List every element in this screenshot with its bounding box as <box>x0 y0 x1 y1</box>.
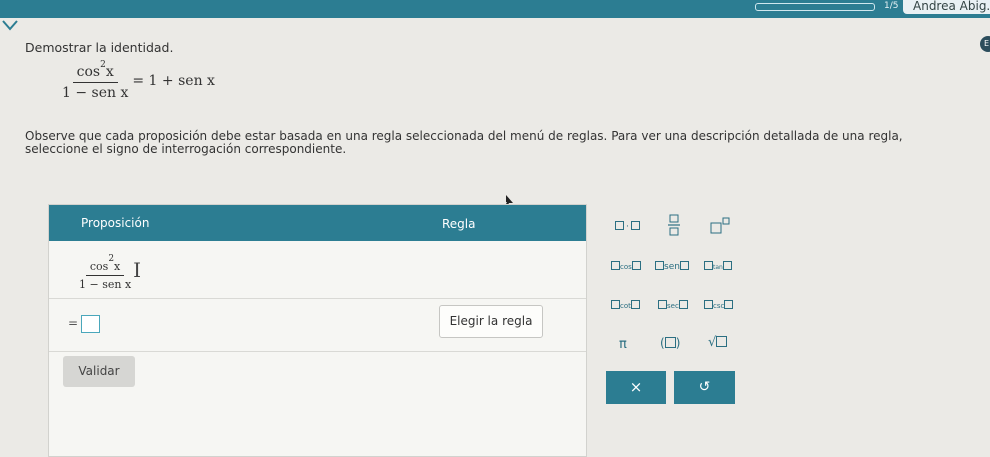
text-cursor-icon: I <box>133 257 142 282</box>
key-sec-label: sec <box>667 302 679 310</box>
answer-input[interactable] <box>81 315 100 333</box>
placeholder-box-icon <box>631 261 641 270</box>
problem-title: Demostrar la identidad. <box>25 40 174 55</box>
proposition-expression[interactable]: cos2x 1 − sen x I <box>79 254 141 291</box>
table-header: Proposición Regla <box>49 205 586 241</box>
key-sec[interactable]: sec <box>658 300 688 311</box>
proposition-denominator: 1 − sen x <box>79 278 132 291</box>
key-power[interactable] <box>710 217 730 238</box>
formula-numerator: cos2x <box>72 60 118 83</box>
progress-bar <box>755 3 875 11</box>
key-csc-label: csc <box>713 302 725 310</box>
identity-formula: cos2x 1 − sen x = 1 + sen x <box>62 60 215 101</box>
key-sen[interactable]: sen <box>655 261 689 272</box>
placeholder-box-icon <box>658 300 667 309</box>
table-row: cos2x 1 − sen x I <box>49 242 586 299</box>
key-sqrt-label: √ <box>708 335 717 350</box>
key-cos[interactable]: cos <box>611 261 641 272</box>
proof-table: Proposición Regla cos2x 1 − sen x I = El… <box>48 204 587 457</box>
key-pi[interactable]: π <box>619 337 627 352</box>
proposition-numerator: cos2x <box>85 254 125 276</box>
placeholder-box-icon <box>630 221 640 230</box>
placeholder-box-icon <box>704 300 713 309</box>
key-sqrt[interactable]: √ <box>708 335 728 350</box>
placeholder-box-icon <box>615 221 624 230</box>
user-name[interactable]: Andrea Abig... <box>903 0 990 14</box>
placeholder-box-icon <box>704 261 713 270</box>
instructions: Observe que cada proposición debe estar … <box>25 129 903 156</box>
key-paren-close: ) <box>675 336 681 350</box>
clear-button[interactable]: × <box>606 371 666 404</box>
prop-num-var: x <box>114 260 121 273</box>
placeholder-box-icon <box>724 300 734 309</box>
equals-sign: = <box>68 316 79 330</box>
placeholder-box-icon <box>664 337 676 348</box>
key-parentheses[interactable]: () <box>660 336 680 350</box>
placeholder-box-icon <box>655 261 664 270</box>
placeholder-box-icon <box>679 261 689 270</box>
fraction-icon <box>668 214 680 236</box>
formula-denominator: 1 − sen x <box>62 85 129 101</box>
placeholder-box-icon <box>611 300 620 309</box>
placeholder-box-icon <box>678 300 688 309</box>
key-dot-label: · <box>626 222 629 232</box>
formula-fraction: cos2x 1 − sen x <box>62 60 128 101</box>
key-cos-label: cos <box>620 263 632 271</box>
chevron-down-icon <box>2 20 18 31</box>
top-bar: 1/5 Andrea Abig... <box>0 0 990 18</box>
key-tan[interactable]: tan <box>704 261 732 272</box>
table-row: = Elegir la regla <box>49 299 586 352</box>
choose-rule-button[interactable]: Elegir la regla <box>439 305 543 338</box>
column-rule: Regla <box>442 217 476 231</box>
formula-rhs: = 1 + sen x <box>132 72 215 89</box>
side-badge[interactable]: E <box>980 36 990 52</box>
key-cot-label: cot <box>620 302 631 310</box>
proposition-fraction: cos2x 1 − sen x <box>79 254 131 291</box>
prop-num-base: cos <box>89 260 109 273</box>
placeholder-box-icon <box>716 336 728 347</box>
placeholder-box-icon <box>722 261 732 270</box>
validate-button[interactable]: Validar <box>63 356 135 387</box>
key-csc[interactable]: csc <box>704 300 734 311</box>
placeholder-box-icon <box>611 261 620 270</box>
undo-button[interactable]: ↺ <box>674 371 735 404</box>
key-fraction[interactable] <box>668 214 680 239</box>
key-cot[interactable]: cot <box>611 300 640 311</box>
progress-count: 1/5 <box>884 1 899 11</box>
key-multiply[interactable]: · <box>615 221 640 232</box>
column-proposition: Proposición <box>81 216 150 230</box>
placeholder-box-icon <box>630 300 640 309</box>
key-sen-label: sen <box>664 262 680 272</box>
exponent-icon <box>710 217 730 234</box>
key-tan-label: tan <box>713 264 723 271</box>
formula-num-base: cos <box>76 64 101 80</box>
collapse-toggle[interactable] <box>0 18 34 36</box>
formula-num-var: x <box>105 64 114 80</box>
